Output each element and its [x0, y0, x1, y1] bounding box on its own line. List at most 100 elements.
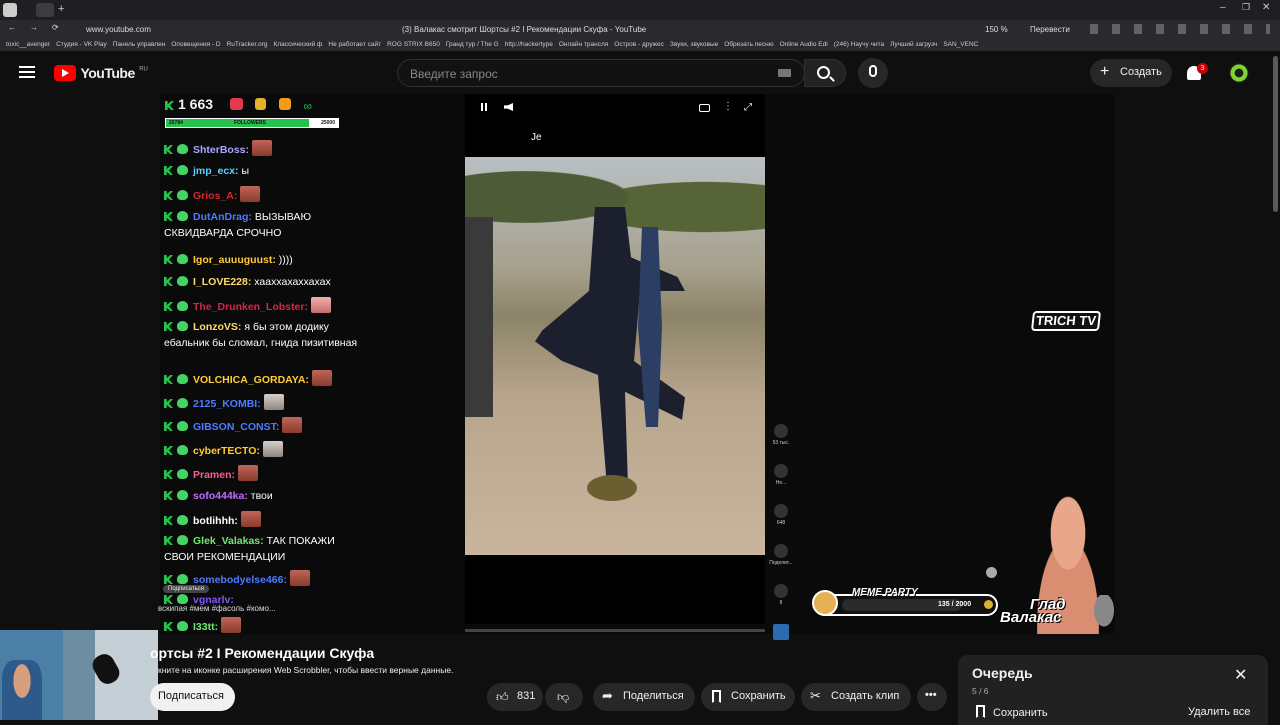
share-short-button[interactable]: Поделит... — [768, 544, 794, 580]
bookmark-item[interactable]: Оповещения - D — [171, 38, 220, 51]
save-button[interactable]: Сохранить — [701, 683, 795, 711]
chat-message: VOLCHICA_GORDAYA: — [164, 370, 354, 388]
queue-delete-all-button[interactable]: Удалить все — [1188, 706, 1250, 718]
subscribe-button[interactable]: Подписаться — [150, 683, 235, 711]
bookmark-item[interactable]: Гранд тур / The G — [446, 38, 499, 51]
bookmark-item[interactable]: Не работает сайт — [328, 38, 381, 51]
bookmark-item[interactable]: Онлайн трансля — [559, 38, 608, 51]
url-field[interactable]: www.youtube.com — [86, 25, 151, 34]
bookmark-item[interactable]: toxic__avenger — [6, 38, 50, 51]
meme-party-label: MEME PARTY — [852, 587, 918, 598]
chat-username[interactable]: cyberTECTO: — [193, 445, 260, 457]
bookmark-item[interactable]: Online Audio Edi — [780, 38, 828, 51]
doge-icon — [812, 590, 838, 616]
remix-count: 8 — [779, 600, 783, 606]
translate-button[interactable]: Перевести — [1030, 25, 1070, 34]
queue-title: Очередь — [972, 665, 1033, 681]
dislike-short-label: Не... — [775, 480, 787, 486]
chat-username[interactable]: GIBSON_CONST: — [193, 421, 279, 433]
more-options-icon[interactable]: ⋮ — [723, 101, 733, 112]
captions-icon[interactable] — [699, 104, 710, 112]
fullscreen-icon[interactable]: ⤢ — [744, 102, 752, 113]
chat-username[interactable]: 2125_KOMBI: — [193, 398, 261, 410]
browser-tab[interactable] — [36, 3, 54, 17]
chat-username[interactable]: Pramen: — [193, 469, 235, 481]
queue-close-icon[interactable]: ✕ — [1234, 665, 1247, 685]
channel-avatar[interactable] — [773, 624, 789, 640]
chat-username[interactable]: somebodyelse466: — [193, 574, 287, 586]
voice-search-button[interactable] — [858, 58, 888, 88]
raccoon-figure — [1090, 595, 1118, 633]
reload-icon[interactable]: ⟳ — [52, 23, 59, 32]
page-scrollbar[interactable] — [1273, 56, 1278, 212]
create-button[interactable]: + Создать — [1090, 59, 1172, 87]
chat-username[interactable]: Glek_Valakas: — [193, 535, 264, 547]
chat-username[interactable]: VOLCHICA_GORDAYA: — [193, 374, 309, 386]
chat-message: botlihhh: — [164, 511, 354, 529]
chat-username[interactable]: I33tt: — [193, 621, 218, 633]
like-button[interactable]: 👍︎ 831 — [487, 683, 543, 711]
dislike-short-button[interactable]: Не... — [768, 464, 794, 500]
video-progress-bar[interactable] — [465, 629, 765, 632]
chat-username[interactable]: Grios_A: — [193, 190, 237, 202]
chat-username[interactable]: sofo444ka: — [193, 490, 248, 502]
queue-bookmark-icon — [976, 705, 985, 718]
create-label: Создать — [1120, 66, 1162, 78]
chat-username[interactable]: jmp_ecx: — [193, 165, 239, 177]
subscriber-badge-icon — [177, 515, 188, 525]
bookmark-item[interactable]: http://hackertype — [505, 38, 553, 51]
bookmark-item[interactable]: Остров - дружес — [614, 38, 664, 51]
subscriber-badge-icon — [177, 276, 188, 286]
browser-menu-icon[interactable] — [3, 3, 17, 17]
bookmark-item[interactable]: Панель управлен — [113, 38, 166, 51]
bookmark-item[interactable]: (246) Научу чита — [834, 38, 884, 51]
window-minimize-icon[interactable]: – — [1220, 2, 1226, 13]
keyboard-icon[interactable] — [778, 69, 791, 77]
search-button[interactable] — [804, 59, 846, 87]
bookmark-item[interactable]: Классический ф — [274, 38, 323, 51]
create-clip-button[interactable]: ✂ Создать клип — [801, 683, 911, 711]
comments-button[interactable]: 648 — [768, 504, 794, 540]
bookmark-item[interactable]: Обрезать песню — [724, 38, 773, 51]
chat-username[interactable]: Igor_auuuguust: — [193, 254, 276, 266]
chat-username[interactable]: I_LOVE228: — [193, 276, 251, 288]
bookmark-item[interactable]: Студия - VK Play — [56, 38, 107, 51]
account-avatar[interactable] — [1229, 63, 1249, 83]
chat-username[interactable]: DutAnDrag: — [193, 211, 252, 223]
chat-username[interactable]: botlihhh: — [193, 515, 238, 527]
window-close-icon[interactable]: ✕ — [1262, 2, 1270, 13]
window-maximize-icon[interactable]: ❐ — [1242, 2, 1250, 13]
forward-icon[interactable]: → — [30, 23, 38, 32]
bookmark-item[interactable]: Звуки, звуковые — [670, 38, 718, 51]
bookmark-item[interactable]: SAN_VENC — [943, 38, 978, 51]
bookmark-item[interactable]: ROG STRIX B650 — [387, 38, 440, 51]
bookmark-item[interactable]: Лучший загрузч — [890, 38, 937, 51]
more-actions-button[interactable]: ••• — [917, 683, 947, 711]
thumbs-down-icon: 👎︎ — [557, 690, 570, 704]
volume-icon[interactable] — [504, 103, 513, 111]
chat-username[interactable]: The_Drunken_Lobster: — [193, 301, 308, 313]
dislike-button[interactable]: 👎︎ — [545, 683, 583, 711]
microphone-icon — [869, 65, 877, 77]
hamburger-menu-icon[interactable] — [19, 66, 35, 78]
remix-button[interactable]: 8 — [768, 584, 794, 620]
chat-message: sofo444ka: твои — [164, 488, 354, 504]
share-button[interactable]: ➦ Поделиться — [593, 683, 695, 711]
like-short-button[interactable]: 53 тыс. — [768, 424, 794, 460]
extension-icons[interactable] — [1090, 24, 1270, 34]
back-icon[interactable]: ← — [8, 23, 16, 32]
queue-save-button[interactable]: Сохранить — [976, 705, 1048, 719]
chat-message: cyberTECTO: — [164, 441, 354, 459]
search-input[interactable]: Введите запрос — [397, 59, 805, 87]
chat-username[interactable]: ShterBoss: — [193, 144, 249, 156]
pause-icon[interactable] — [481, 103, 487, 111]
chat-username[interactable]: LonzoVS: — [193, 321, 241, 333]
chat-message: I_LOVE228: хааххахаххахах — [164, 274, 354, 290]
youtube-logo[interactable]: YouTube RU — [54, 64, 148, 82]
zoom-indicator[interactable]: 150 % — [985, 25, 1008, 34]
kick-badge-icon — [164, 422, 173, 431]
subscriber-badge-icon — [177, 190, 188, 200]
new-tab-icon[interactable]: + — [58, 3, 64, 15]
queue-position: 5 / 6 — [972, 686, 989, 696]
bookmark-item[interactable]: RuTracker.org — [227, 38, 268, 51]
